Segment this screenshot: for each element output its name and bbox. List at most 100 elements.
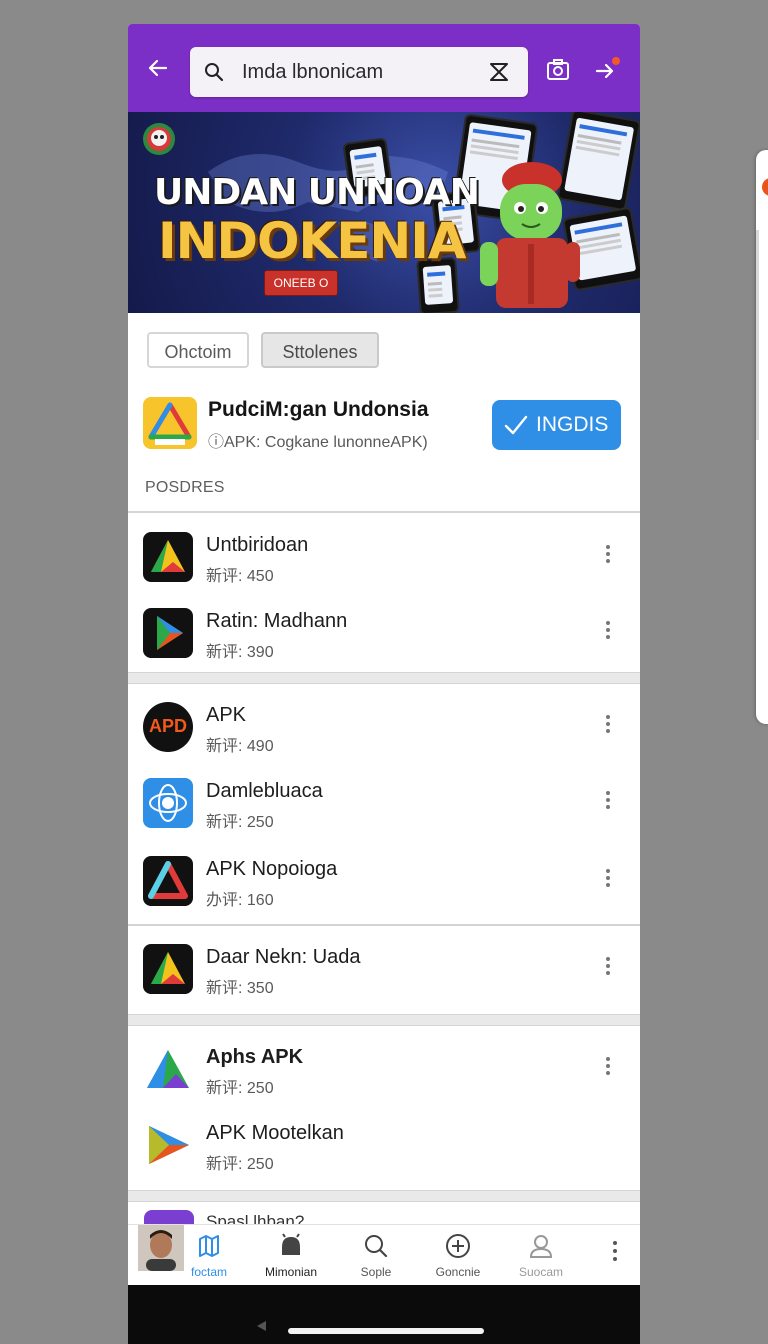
side-card-divider xyxy=(756,230,759,440)
app-name: Aphs APK xyxy=(206,1046,304,1068)
more-vert-icon[interactable] xyxy=(600,1054,616,1082)
nav-item-foctam[interactable]: foctam xyxy=(174,1225,244,1286)
search-icon xyxy=(205,63,224,82)
banner-headline-line1: UNDAN UNNOAN xyxy=(154,172,480,213)
more-vert-icon[interactable] xyxy=(600,542,616,570)
banner-cta-button[interactable]: ONEEB O xyxy=(264,270,338,296)
skull-logo-icon xyxy=(143,123,175,155)
app-name: APK Mootelkan xyxy=(206,1122,344,1144)
app-icon xyxy=(143,1044,193,1094)
list-item[interactable]: Aphs APK 新评: 250 xyxy=(128,1032,640,1108)
side-card-dot xyxy=(762,178,768,196)
triangle-logo-icon xyxy=(148,402,192,445)
list-item[interactable]: APD APK 新评: 490 xyxy=(128,690,640,766)
top-app-bar: Imda lbnonicam xyxy=(128,24,640,112)
app-name: Untbiridoan xyxy=(206,534,309,556)
app-icon xyxy=(143,778,193,828)
triangle-logo-icon xyxy=(148,861,188,899)
more-vert-icon[interactable] xyxy=(600,618,616,646)
app-meta: 新评: 250 xyxy=(206,1156,274,1173)
home-gesture-handle[interactable] xyxy=(288,1328,484,1334)
clear-search-icon[interactable] xyxy=(488,61,510,83)
search-input[interactable]: Imda lbnonicam xyxy=(190,47,528,97)
list-item[interactable]: Daar Nekn: Uada 新评: 350 xyxy=(128,932,640,1008)
featured-app-title: PudciM:gan Undonsia xyxy=(208,398,429,421)
featured-app-subtitle: ⓘAPK: Cogkane lunonneAPK) xyxy=(208,434,428,451)
nav-item-mimonian[interactable]: Mimonian xyxy=(256,1225,326,1286)
system-back-icon[interactable] xyxy=(254,1319,268,1333)
app-icon xyxy=(143,944,193,994)
app-icon xyxy=(143,1120,193,1170)
more-vert-icon[interactable] xyxy=(600,954,616,982)
nav-item-sople[interactable]: Sople xyxy=(341,1225,411,1286)
app-meta: 新评: 490 xyxy=(206,738,274,755)
app-name: APK Nopoioga xyxy=(206,858,338,880)
nav-label: Goncnie xyxy=(435,1265,481,1279)
more-vert-icon[interactable] xyxy=(600,788,616,816)
android-mascot-illustration xyxy=(480,162,580,308)
atom-logo-icon xyxy=(149,784,187,822)
search-query-text: Imda lbnonicam xyxy=(242,61,384,83)
list-item[interactable]: Damlebluaca 新评: 250 xyxy=(128,766,640,842)
app-icon: APD xyxy=(143,702,193,752)
play-logo-icon xyxy=(157,616,183,650)
nav-overflow-menu[interactable] xyxy=(590,1225,640,1286)
list-item[interactable]: Untbiridoan 新评: 450 xyxy=(128,520,640,596)
list-item-partial[interactable]: Spasl lhban? xyxy=(128,1202,640,1224)
nav-label: Sople xyxy=(360,1265,392,1279)
app-meta: 新评: 250 xyxy=(206,1080,274,1097)
list-divider xyxy=(128,511,640,513)
more-vert-icon xyxy=(613,1241,617,1261)
app-name: APK xyxy=(206,704,247,726)
back-arrow-icon[interactable] xyxy=(146,56,170,80)
share-icon[interactable] xyxy=(594,56,620,82)
app-name: Spasl lhban? xyxy=(206,1212,305,1224)
app-name: Damlebluaca xyxy=(206,780,323,802)
app-icon xyxy=(143,856,193,906)
search-icon xyxy=(365,1235,388,1258)
camera-icon[interactable] xyxy=(546,58,570,82)
app-screen: Imda lbnonicam UNDAN UNNOAN INDOKENIA ON… xyxy=(128,24,640,1344)
plus-circle-icon xyxy=(446,1234,470,1258)
app-name: Ratin: Madhann xyxy=(206,610,348,632)
person-icon xyxy=(529,1235,553,1258)
play-logo-icon xyxy=(149,1126,189,1164)
app-name: Daar Nekn: Uada xyxy=(206,946,361,968)
list-divider xyxy=(128,1014,640,1026)
list-item[interactable]: APK Nopoioga 办评: 160 xyxy=(128,844,640,920)
nav-label: Mimonian xyxy=(264,1265,318,1279)
nav-item-goncnie[interactable]: Goncnie xyxy=(423,1225,493,1286)
map-icon xyxy=(199,1235,219,1257)
app-icon xyxy=(144,1210,194,1224)
triangle-logo-icon xyxy=(151,540,185,572)
section-header: POSDRES xyxy=(145,479,225,496)
featured-app-icon xyxy=(143,397,197,449)
install-button[interactable]: INGDIS xyxy=(492,400,621,450)
banner-headline-line2: INDOKENIA xyxy=(158,212,467,270)
app-meta: 新评: 350 xyxy=(206,980,274,997)
app-meta: 新评: 390 xyxy=(206,644,274,661)
app-meta: 新评: 250 xyxy=(206,814,274,831)
list-divider xyxy=(128,672,640,684)
app-meta: 办评: 160 xyxy=(206,892,274,909)
app-icon xyxy=(143,608,193,658)
more-vert-icon[interactable] xyxy=(600,712,616,740)
list-item[interactable]: APK Mootelkan 新评: 250 xyxy=(128,1108,640,1184)
nav-label: Suocam xyxy=(518,1265,564,1279)
triangle-logo-icon xyxy=(147,1050,189,1088)
nav-label: foctam xyxy=(190,1265,227,1279)
system-navigation-bar xyxy=(128,1285,640,1344)
android-icon xyxy=(282,1233,300,1255)
more-vert-icon[interactable] xyxy=(600,866,616,894)
app-icon-text: APD xyxy=(148,716,187,736)
nav-item-suocam[interactable]: Suocam xyxy=(506,1225,576,1286)
install-button-label: INGDIS xyxy=(536,413,609,436)
list-item[interactable]: Ratin: Madhann 新评: 390 xyxy=(128,596,640,672)
list-divider xyxy=(128,1190,640,1202)
side-card-peek xyxy=(756,150,768,724)
promo-banner[interactable]: UNDAN UNNOAN INDOKENIA ONEEB O xyxy=(128,112,640,313)
filter-chip-sttolenes[interactable]: Sttolenes xyxy=(261,332,379,368)
triangle-logo-icon xyxy=(151,952,185,984)
filter-chip-ohctoim[interactable]: Ohctoim xyxy=(147,332,249,368)
app-meta: 新评: 450 xyxy=(206,568,274,585)
